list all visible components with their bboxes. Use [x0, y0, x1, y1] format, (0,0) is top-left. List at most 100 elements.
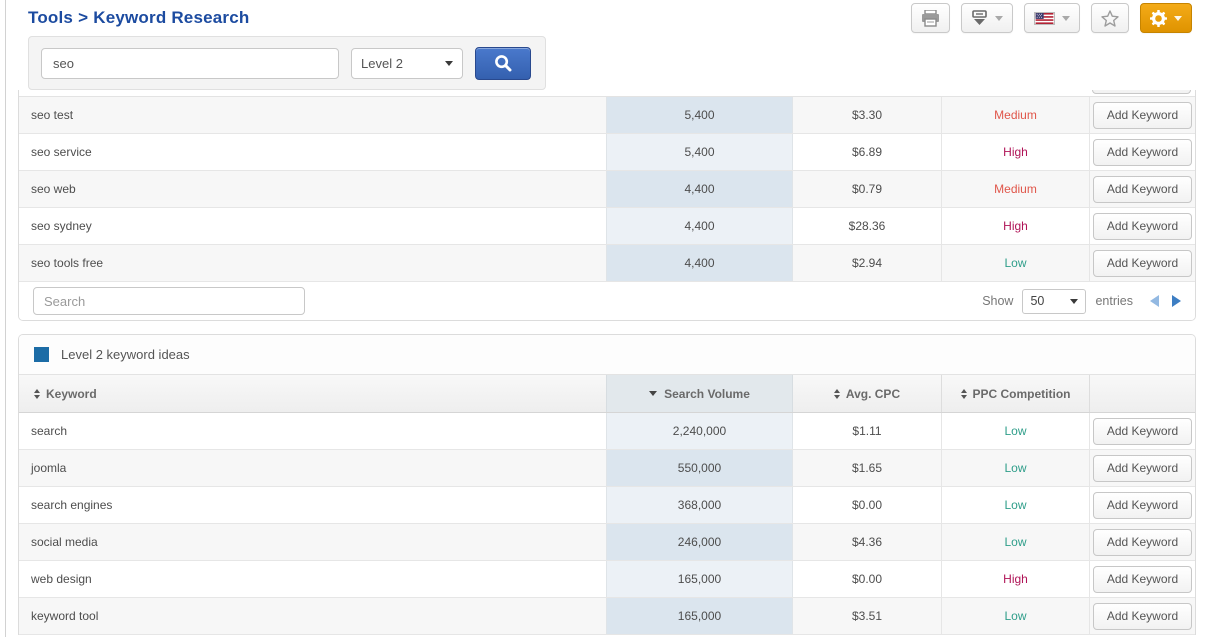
avg-cpc-cell: $0.00	[793, 487, 942, 523]
breadcrumb: Tools > Keyword Research	[28, 8, 255, 28]
add-keyword-button[interactable]: Add Keyword	[1093, 565, 1192, 593]
search-icon	[495, 55, 512, 72]
column-header-actions	[1090, 375, 1195, 412]
settings-gear-icon	[1150, 9, 1167, 27]
add-keyword-button[interactable]: Add Keyword	[1093, 491, 1192, 519]
avg-cpc-cell: $3.51	[793, 598, 942, 634]
search-volume-cell: 4,400	[606, 171, 793, 207]
page-size-select[interactable]: 50	[1022, 288, 1087, 314]
add-keyword-button[interactable]: Add Keyword	[1093, 454, 1192, 482]
add-keyword-button[interactable]: Add Keyword	[1093, 212, 1192, 240]
section-header: Level 2 keyword ideas	[19, 335, 1195, 375]
show-label: Show	[982, 294, 1014, 308]
table-row: seo sydney 4,400 $28.36 High Add Keyword	[19, 208, 1195, 245]
column-header-ppc-competition[interactable]: PPC Competition	[942, 375, 1090, 412]
avg-cpc-cell: $28.36	[793, 208, 942, 244]
table-row: search 2,240,000 $1.11 Low Add Keyword	[19, 413, 1195, 450]
search-volume-cell: 5,400	[606, 134, 793, 170]
level-select-value: Level 2	[361, 55, 403, 71]
section-title: Level 2 keyword ideas	[61, 347, 190, 362]
sort-both-icon	[34, 388, 40, 399]
column-header-label: PPC Competition	[972, 386, 1071, 401]
chevron-down-icon	[445, 60, 453, 66]
add-keyword-button[interactable]: Add Keyword	[1093, 249, 1192, 277]
column-header-label: Keyword	[46, 386, 97, 401]
sort-both-icon	[833, 388, 840, 399]
keyword-input[interactable]	[41, 47, 339, 79]
print-icon	[922, 9, 939, 27]
add-keyword-button[interactable]	[1092, 90, 1191, 94]
table-row: web design 165,000 $0.00 High Add Keywor…	[19, 561, 1195, 598]
favorite-star-icon	[1101, 9, 1119, 27]
keyword-cell: keyword tool	[31, 609, 99, 623]
search-volume-cell: 4,400	[606, 245, 793, 281]
search-button[interactable]	[475, 46, 531, 80]
avg-cpc-cell: $6.89	[793, 134, 942, 170]
table-row: seo tools free 4,400 $2.94 Low Add Keywo…	[19, 245, 1195, 282]
favorite-button[interactable]	[1091, 3, 1129, 33]
page-size-value: 50	[1030, 294, 1045, 308]
column-header-search-volume[interactable]: Search Volume	[606, 375, 793, 412]
ppc-competition-cell: High	[942, 134, 1090, 170]
search-volume-cell: 2,240,000	[606, 413, 793, 449]
column-header-avg-cpc[interactable]: Avg. CPC	[793, 375, 942, 412]
ppc-competition-cell: Medium	[942, 97, 1090, 133]
print-button[interactable]	[911, 3, 950, 33]
chevron-down-icon	[1070, 298, 1079, 304]
ppc-competition-cell: High	[942, 561, 1090, 597]
ppc-competition-cell: Low	[942, 598, 1090, 634]
keyword-cell: web design	[31, 572, 92, 586]
next-page-icon[interactable]	[1172, 295, 1181, 307]
chevron-down-icon	[1174, 15, 1182, 21]
add-keyword-button[interactable]: Add Keyword	[1093, 528, 1192, 556]
keyword-cell: seo web	[31, 182, 76, 196]
ppc-competition-cell: Low	[942, 245, 1090, 281]
chevron-down-icon	[995, 15, 1003, 21]
table-row: seo test 5,400 $3.30 Medium Add Keyword	[19, 97, 1195, 134]
page-left-divider	[5, 0, 6, 637]
column-header-keyword[interactable]: Keyword	[19, 375, 606, 412]
add-keyword-button[interactable]: Add Keyword	[1093, 175, 1192, 203]
level2-ideas-panel: Level 2 keyword ideas Keyword Search Vol…	[18, 334, 1196, 635]
pagination-controls: Show 50 entries	[982, 288, 1181, 314]
ppc-competition-cell: Medium	[942, 171, 1090, 207]
main-content: Tools > Keyword Research seo Level 2 seo…	[18, 0, 1196, 635]
table-footer: Show 50 entries	[19, 282, 1195, 320]
column-header-label: Search Volume	[664, 386, 750, 401]
previous-page-icon[interactable]	[1150, 295, 1159, 307]
search-volume-cell: 368,000	[606, 487, 793, 523]
keyword-search-panel: Level 2	[28, 36, 546, 90]
level-select[interactable]: Level 2	[351, 47, 463, 79]
legend-square-icon	[34, 347, 49, 362]
settings-button[interactable]	[1140, 3, 1192, 33]
ppc-competition-cell: Low	[942, 487, 1090, 523]
table-header-row: Keyword Search Volume Avg. CPC PPC Compe…	[19, 375, 1195, 413]
column-header-label: Avg. CPC	[845, 386, 901, 401]
ppc-competition-cell: High	[942, 208, 1090, 244]
clipped-table-row	[19, 90, 1195, 97]
avg-cpc-cell: $0.79	[793, 171, 942, 207]
table-row: joomla 550,000 $1.65 Low Add Keyword	[19, 450, 1195, 487]
keyword-results-table: seo test 5,400 $3.30 Medium Add Keyword …	[18, 90, 1196, 321]
keyword-cell: seo service	[31, 145, 92, 159]
table-row: keyword tool 165,000 $3.51 Low Add Keywo…	[19, 598, 1195, 635]
search-volume-cell: 550,000	[606, 450, 793, 486]
page-title: Keyword Research	[93, 8, 250, 27]
add-keyword-button[interactable]: Add Keyword	[1093, 101, 1192, 129]
search-volume-cell: 4,400	[606, 208, 793, 244]
keyword-cell: search engines	[31, 498, 113, 512]
add-keyword-button[interactable]: Add Keyword	[1093, 417, 1192, 445]
entries-label: entries	[1095, 294, 1133, 308]
top-header: Tools > Keyword Research	[18, 0, 1196, 36]
table-filter-input[interactable]	[33, 287, 305, 315]
keyword-cell: joomla	[31, 461, 67, 475]
table-row: search engines 368,000 $0.00 Low Add Key…	[19, 487, 1195, 524]
language-button[interactable]	[1024, 3, 1080, 33]
breadcrumb-section[interactable]: Tools	[28, 8, 73, 27]
export-button[interactable]	[961, 3, 1013, 33]
table-row: social media 246,000 $4.36 Low Add Keywo…	[19, 524, 1195, 561]
add-keyword-button[interactable]: Add Keyword	[1093, 138, 1192, 166]
avg-cpc-cell: $3.30	[793, 97, 942, 133]
header-toolbar	[911, 3, 1192, 33]
add-keyword-button[interactable]: Add Keyword	[1093, 602, 1192, 630]
